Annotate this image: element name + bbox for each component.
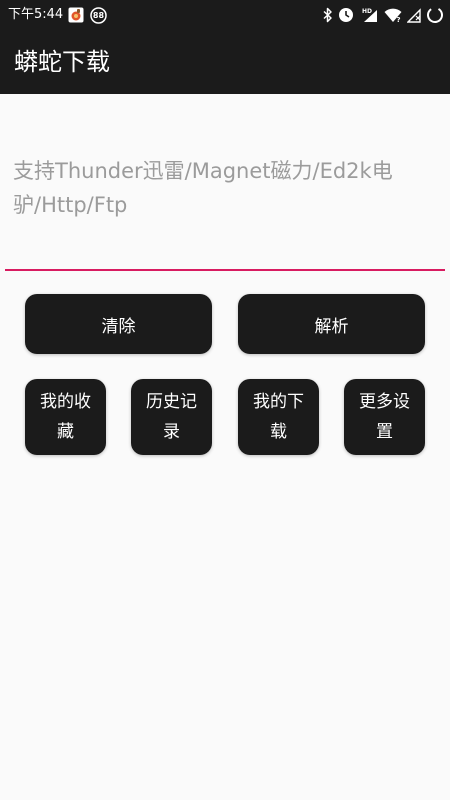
bluetooth-icon (323, 7, 333, 23)
link-input-area (5, 94, 445, 272)
history-button[interactable]: 历史记录 (131, 379, 212, 455)
favorites-button[interactable]: 我的收藏 (25, 379, 106, 455)
history-button-label: 历史记录 (146, 392, 197, 442)
battery-icon (426, 6, 444, 24)
svg-text:?: ? (397, 16, 401, 23)
badge-icon: 88 (90, 6, 107, 24)
no-sim-icon (407, 7, 421, 23)
status-time: 下午5:44 (8, 7, 64, 22)
wifi-icon: ? (384, 7, 402, 23)
app-bar: 蟒蛇下载 (0, 30, 450, 94)
app-notification-icon (68, 7, 84, 23)
app-title: 蟒蛇下载 (14, 48, 110, 76)
hd-signal-icon: HD (359, 7, 379, 23)
link-input[interactable] (5, 94, 445, 270)
status-left-icons: 88 (68, 6, 107, 24)
svg-text:HD: HD (362, 8, 372, 15)
badge-count: 88 (92, 10, 105, 20)
alarm-icon (338, 7, 354, 23)
more-settings-button[interactable]: 更多设置 (344, 379, 425, 455)
status-bar: 下午5:44 88 HD ? (0, 0, 450, 30)
clear-button[interactable]: 清除 (25, 294, 212, 354)
more-settings-button-label: 更多设置 (359, 392, 410, 442)
downloads-button-label: 我的下载 (253, 392, 304, 442)
input-underline (5, 269, 445, 271)
favorites-button-label: 我的收藏 (40, 392, 91, 442)
status-right-icons: HD ? (323, 5, 444, 25)
downloads-button[interactable]: 我的下载 (238, 379, 319, 455)
parse-button[interactable]: 解析 (238, 294, 425, 354)
